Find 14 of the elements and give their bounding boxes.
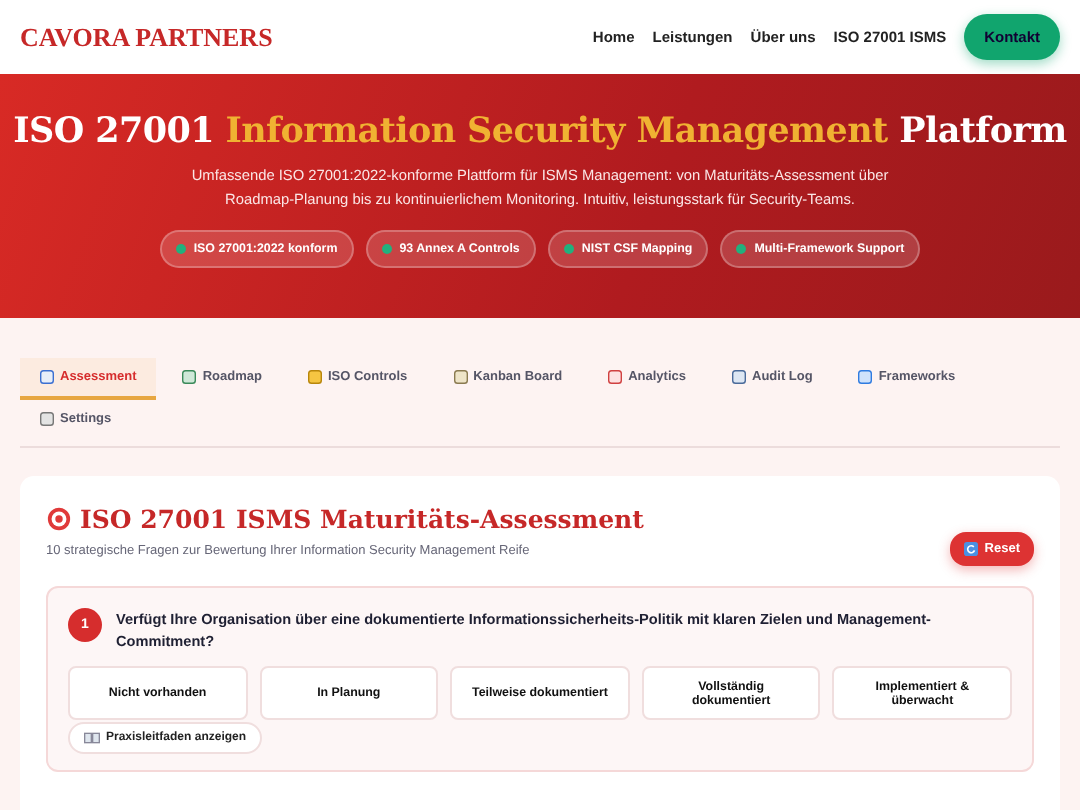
book-icon — [84, 732, 100, 744]
target-icon — [46, 506, 72, 532]
tab-icon — [40, 370, 54, 384]
hero-title: ISO 27001 Information Security Management Platform — [13, 112, 1067, 152]
tab-icon — [40, 412, 54, 426]
tab-icon — [182, 370, 197, 384]
tab-icon — [307, 370, 322, 384]
brand-logo[interactable]: CAVORA PARTNERS — [20, 21, 273, 53]
tab-icon — [608, 370, 623, 384]
refresh-icon — [964, 542, 979, 556]
tab-icon — [858, 370, 873, 384]
assessment-title: ISO 27001 ISMS Maturitäts-Assessment — [80, 504, 644, 534]
tab-icon — [732, 370, 746, 384]
tab-icon — [453, 370, 468, 384]
